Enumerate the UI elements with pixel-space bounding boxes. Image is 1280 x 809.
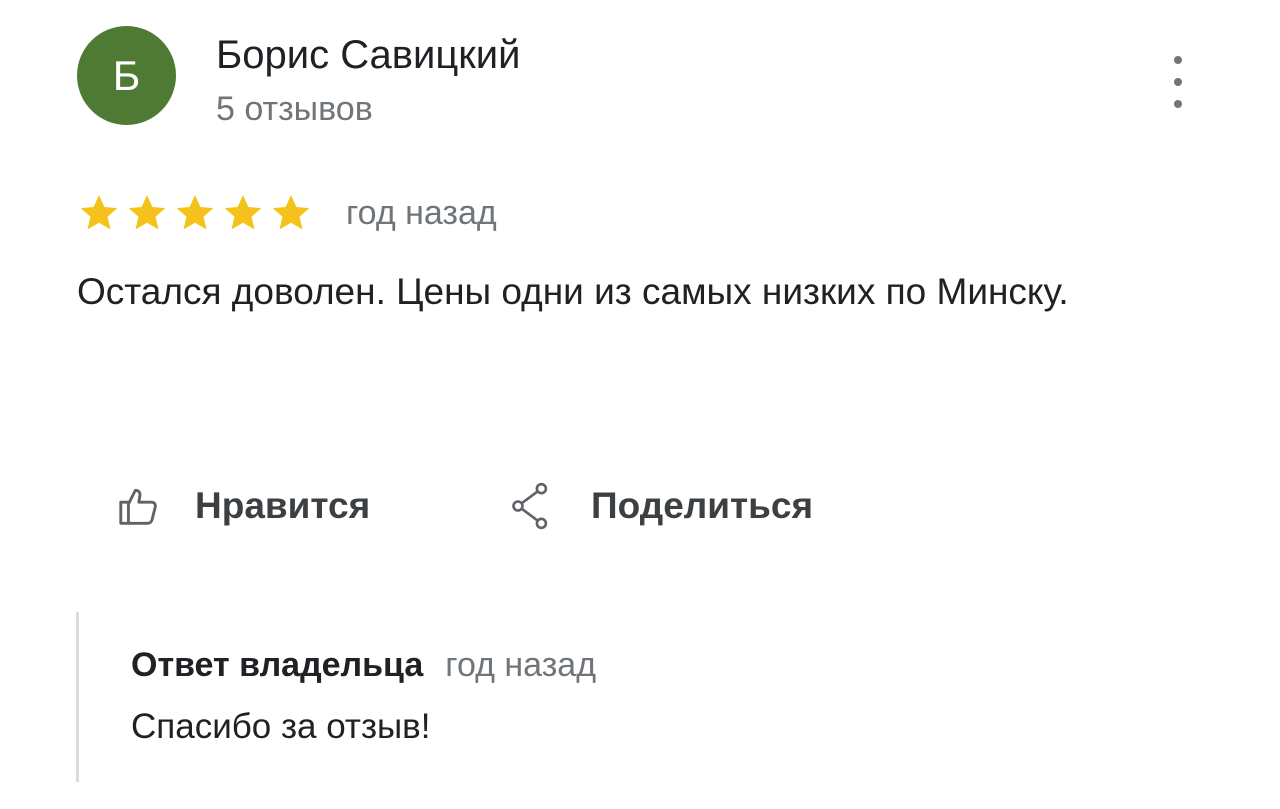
thumb-up-icon — [116, 483, 162, 529]
star-icon — [128, 195, 166, 230]
menu-dot — [1174, 78, 1182, 86]
like-label: Нравится — [195, 485, 371, 526]
owner-reply: Ответ владельца год назад Спасибо за отзы… — [76, 612, 1179, 782]
owner-reply-time: год назад — [445, 646, 597, 684]
star-icon — [272, 195, 310, 230]
author-name[interactable]: Борис Савицкий — [216, 31, 520, 79]
author-review-count: 5 отзывов — [216, 90, 373, 128]
owner-reply-text: Спасибо за отзыв! — [131, 707, 431, 746]
menu-dot — [1174, 56, 1182, 64]
share-label: Поделиться — [591, 485, 814, 526]
review-time: год назад — [346, 194, 497, 232]
star-icon — [224, 195, 262, 230]
owner-reply-header: Ответ владельца год назад — [131, 642, 596, 695]
share-icon — [510, 480, 552, 532]
star-icon — [80, 195, 118, 230]
menu-dot — [1174, 100, 1182, 108]
more-vert-icon[interactable] — [1158, 56, 1198, 108]
owner-reply-title: Ответ владельца — [131, 646, 424, 684]
share-button[interactable]: Поделиться — [510, 478, 813, 534]
review-text: Остался доволен. Цены одни из самых низк… — [77, 271, 1069, 312]
avatar[interactable]: Б — [77, 26, 176, 125]
star-rating — [77, 190, 313, 236]
star-icon — [176, 195, 214, 230]
like-button[interactable]: Нравится — [116, 478, 370, 534]
avatar-letter: Б — [112, 51, 141, 99]
